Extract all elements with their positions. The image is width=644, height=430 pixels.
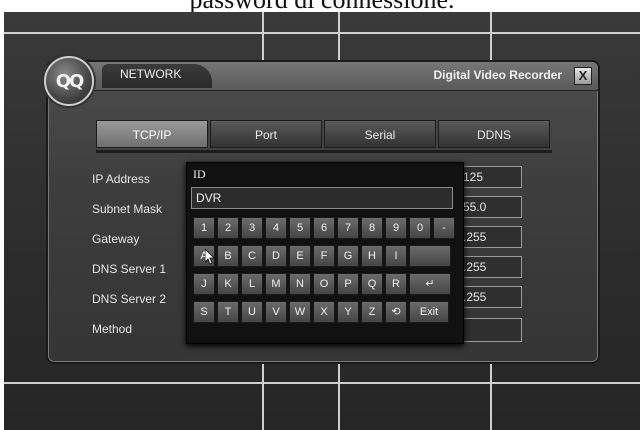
ip-address-field[interactable]: 125 — [458, 166, 522, 188]
key-f[interactable]: F — [313, 245, 335, 267]
key-6[interactable]: 6 — [313, 217, 335, 239]
tab-divider — [96, 150, 552, 153]
key-c[interactable]: C — [241, 245, 263, 267]
key-b[interactable]: B — [217, 245, 239, 267]
gateway-field[interactable]: .255 — [458, 226, 522, 248]
key-4[interactable]: 4 — [265, 217, 287, 239]
grid-line — [4, 32, 640, 34]
key-p[interactable]: P — [337, 273, 359, 295]
key-blank[interactable] — [409, 245, 451, 267]
keyboard-input[interactable]: DVR — [191, 187, 453, 209]
key-k[interactable]: K — [217, 273, 239, 295]
key-1[interactable]: 1 — [193, 217, 215, 239]
dvr-logo-icon: QQ — [44, 56, 94, 106]
grid-line — [4, 382, 640, 384]
section-label: NETWORK — [102, 64, 212, 88]
key-7[interactable]: 7 — [337, 217, 359, 239]
key-s[interactable]: S — [193, 301, 215, 323]
key-exit[interactable]: Exit — [409, 301, 449, 323]
key-i[interactable]: I — [385, 245, 407, 267]
key-q[interactable]: Q — [361, 273, 383, 295]
close-button[interactable]: X — [574, 67, 592, 85]
key-y[interactable]: Y — [337, 301, 359, 323]
key-o[interactable]: O — [313, 273, 335, 295]
key-h[interactable]: H — [361, 245, 383, 267]
key-j[interactable]: J — [193, 273, 215, 295]
key-backspace[interactable]: ⟲ — [385, 301, 407, 323]
key-t[interactable]: T — [217, 301, 239, 323]
title-bar: NETWORK Digital Video Recorder X — [48, 62, 598, 91]
key-v[interactable]: V — [265, 301, 287, 323]
key-g[interactable]: G — [337, 245, 359, 267]
network-dialog: NETWORK Digital Video Recorder X QQ TCP/… — [44, 56, 600, 364]
subnet-mask-field[interactable]: 55.0 — [458, 196, 522, 218]
virtual-keyboard: ID DVR 1 2 3 4 5 6 7 8 9 0- A B C D E F G H I J K L M N O P Q R ↵ S T U… — [186, 162, 464, 344]
dvr-screen: NETWORK Digital Video Recorder X QQ TCP/… — [4, 12, 640, 430]
key-w[interactable]: W — [289, 301, 311, 323]
key-enter[interactable]: ↵ — [409, 273, 451, 295]
key-3[interactable]: 3 — [241, 217, 263, 239]
app-title: Digital Video Recorder — [433, 68, 562, 82]
key-u[interactable]: U — [241, 301, 263, 323]
key-m[interactable]: M — [265, 273, 287, 295]
dns-server-2-field[interactable]: .255 — [458, 286, 522, 308]
tab-bar: TCP/IP Port Serial DDNS — [96, 120, 552, 150]
tab-port[interactable]: Port — [210, 120, 322, 148]
key-l[interactable]: L — [241, 273, 263, 295]
key-2[interactable]: 2 — [217, 217, 239, 239]
tab-tcpip[interactable]: TCP/IP — [96, 120, 208, 148]
key-8[interactable]: 8 — [361, 217, 383, 239]
mouse-pointer-icon — [205, 249, 215, 265]
keyboard-title: ID — [193, 167, 206, 181]
tab-ddns[interactable]: DDNS — [438, 120, 550, 148]
tab-serial[interactable]: Serial — [324, 120, 436, 148]
key-r[interactable]: R — [385, 273, 407, 295]
key-d[interactable]: D — [265, 245, 287, 267]
dns-server-1-field[interactable]: .255 — [458, 256, 522, 278]
key-e[interactable]: E — [289, 245, 311, 267]
key-x[interactable]: X — [313, 301, 335, 323]
key-5[interactable]: 5 — [289, 217, 311, 239]
key-0[interactable]: 0 — [409, 217, 431, 239]
key-9[interactable]: 9 — [385, 217, 407, 239]
key-n[interactable]: N — [289, 273, 311, 295]
key-z[interactable]: Z — [361, 301, 383, 323]
key-dash[interactable]: - — [433, 217, 455, 239]
